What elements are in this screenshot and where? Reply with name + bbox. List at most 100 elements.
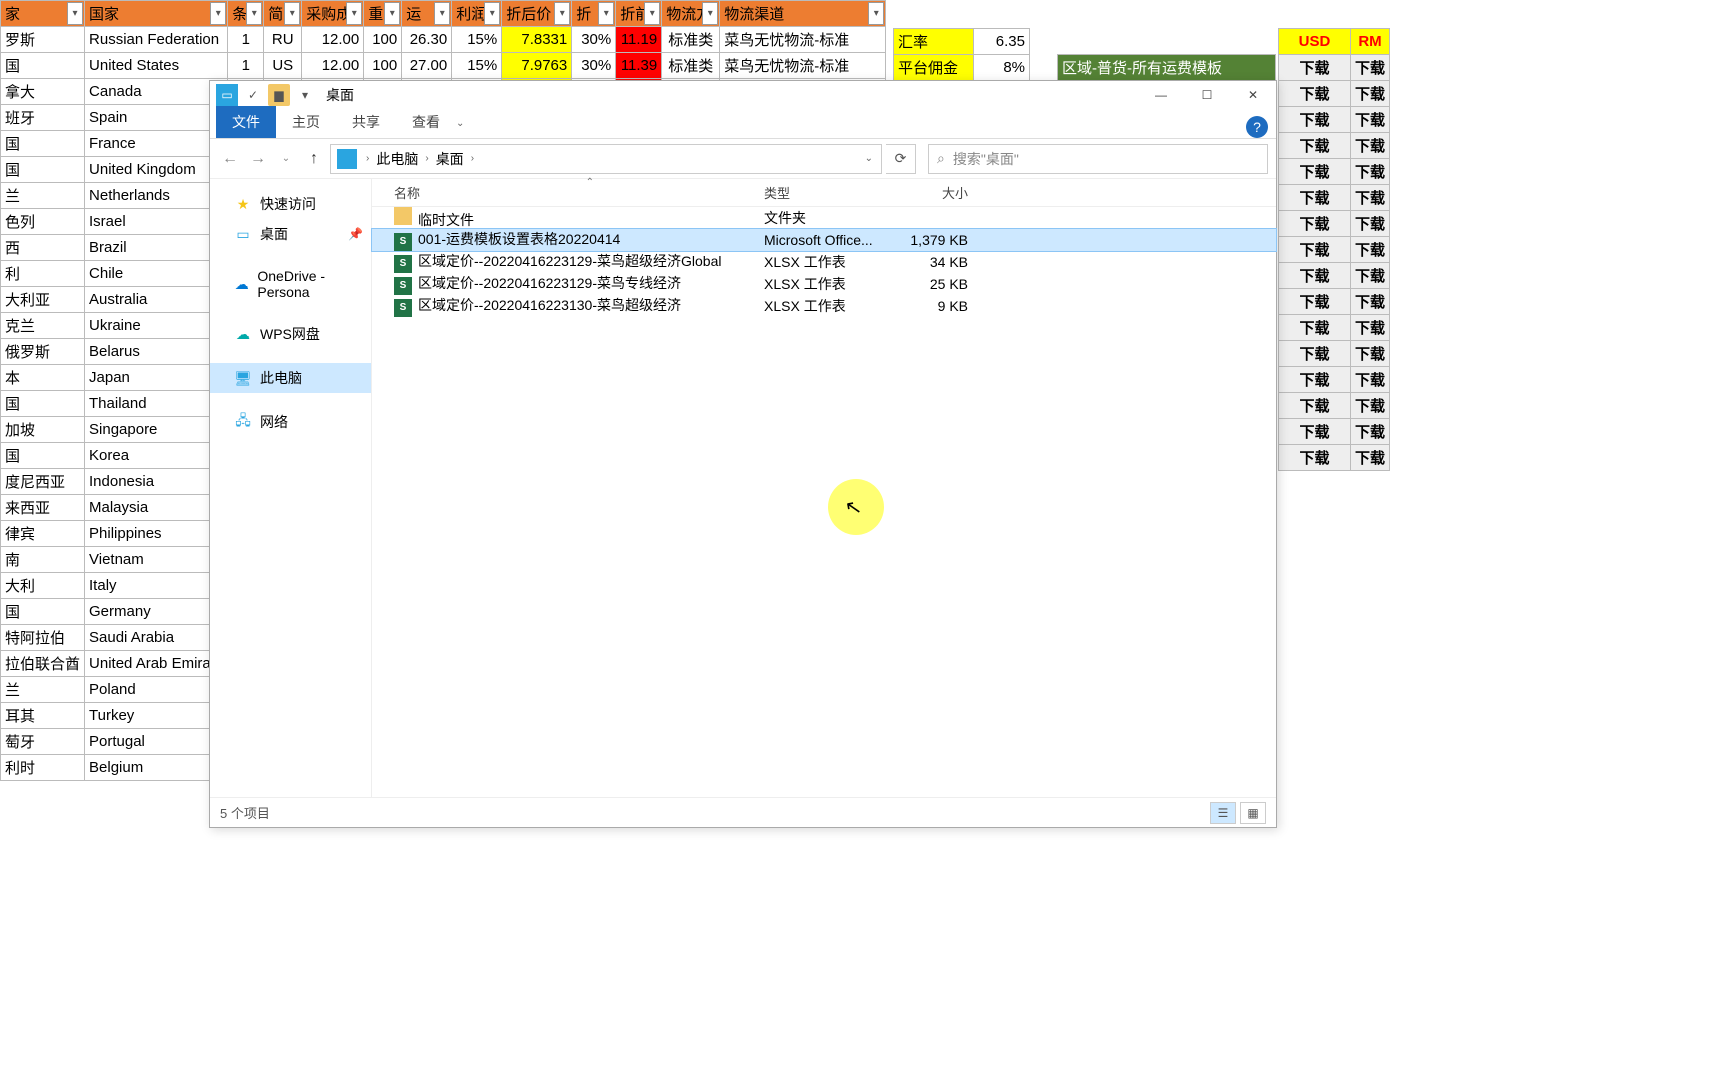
cell[interactable]: 菜鸟无忧物流-标准 bbox=[720, 53, 886, 79]
cell[interactable]: 罗斯 bbox=[1, 27, 85, 53]
nav-wps[interactable]: ☁WPS网盘 bbox=[210, 319, 371, 349]
cell[interactable]: 15% bbox=[452, 53, 502, 79]
cell[interactable]: United States bbox=[85, 53, 228, 79]
file-list[interactable]: 名称⌃ 类型 大小 临时文件文件夹S001-运费模板设置表格20220414Mi… bbox=[372, 179, 1276, 797]
cell[interactable]: Netherlands bbox=[85, 183, 228, 209]
crumb-pc[interactable]: 此电脑 bbox=[372, 149, 422, 169]
download-button[interactable]: 下载 bbox=[1351, 211, 1390, 237]
download-button[interactable]: 下载 bbox=[1279, 445, 1351, 471]
cell[interactable]: 班牙 bbox=[1, 105, 85, 131]
cell[interactable]: 耳其 bbox=[1, 703, 85, 729]
cell[interactable]: 11.19 bbox=[616, 27, 662, 53]
download-button[interactable]: 下载 bbox=[1351, 81, 1390, 107]
chevron-right-icon[interactable]: › bbox=[468, 153, 477, 164]
col-type[interactable]: 类型 bbox=[764, 183, 888, 202]
download-button[interactable]: 下载 bbox=[1279, 133, 1351, 159]
download-button[interactable]: 下载 bbox=[1351, 289, 1390, 315]
view-details-button[interactable]: ☰ bbox=[1210, 802, 1236, 824]
cell[interactable]: 拉伯联合酋 bbox=[1, 651, 85, 677]
file-row[interactable]: S001-运费模板设置表格20220414Microsoft Office...… bbox=[372, 229, 1276, 251]
col-header[interactable]: 运▾ bbox=[402, 1, 452, 27]
filter-icon[interactable]: ▾ bbox=[434, 2, 450, 25]
cell[interactable]: 国 bbox=[1, 443, 85, 469]
cell[interactable]: 7.9763 bbox=[502, 53, 572, 79]
cell[interactable]: 7.8331 bbox=[502, 27, 572, 53]
col-name[interactable]: 名称⌃ bbox=[394, 183, 764, 202]
download-button[interactable]: 下载 bbox=[1279, 341, 1351, 367]
pin-icon[interactable]: 📌 bbox=[348, 227, 363, 241]
cell[interactable]: Germany bbox=[85, 599, 228, 625]
cell[interactable]: 标准类 bbox=[662, 27, 720, 53]
view-large-icons-button[interactable]: ▦ bbox=[1240, 802, 1266, 824]
cell[interactable]: 国 bbox=[1, 131, 85, 157]
cell[interactable]: 1 bbox=[228, 53, 264, 79]
download-button[interactable]: 下载 bbox=[1279, 185, 1351, 211]
cell[interactable]: Thailand bbox=[85, 391, 228, 417]
col-header[interactable]: 物流方▾ bbox=[662, 1, 720, 27]
cell[interactable]: Korea bbox=[85, 443, 228, 469]
cell[interactable]: 菜鸟无忧物流-标准 bbox=[720, 27, 886, 53]
cell[interactable]: 100 bbox=[364, 27, 402, 53]
cell[interactable]: 100 bbox=[364, 53, 402, 79]
crumb-desktop[interactable]: 桌面 bbox=[432, 149, 468, 169]
col-header[interactable]: 采购成▾ bbox=[302, 1, 364, 27]
cell[interactable]: Malaysia bbox=[85, 495, 228, 521]
cell[interactable]: Singapore bbox=[85, 417, 228, 443]
cell[interactable]: Russian Federation bbox=[85, 27, 228, 53]
col-size[interactable]: 大小 bbox=[888, 183, 968, 202]
filter-icon[interactable]: ▾ bbox=[484, 2, 500, 25]
qat-folder-icon[interactable]: ▆ bbox=[268, 84, 290, 106]
commission-value[interactable]: 8% bbox=[974, 55, 1030, 81]
cell[interactable]: 标准类 bbox=[662, 53, 720, 79]
col-header[interactable]: 折后价▾ bbox=[502, 1, 572, 27]
cell[interactable]: Australia bbox=[85, 287, 228, 313]
cell[interactable]: 国 bbox=[1, 53, 85, 79]
cell[interactable]: 西 bbox=[1, 235, 85, 261]
cell[interactable]: 大利 bbox=[1, 573, 85, 599]
download-button[interactable]: 下载 bbox=[1279, 393, 1351, 419]
file-row[interactable]: S区域定价--20220416223129-菜鸟专线经济XLSX 工作表25 K… bbox=[372, 273, 1276, 295]
cell[interactable]: 特阿拉伯 bbox=[1, 625, 85, 651]
download-columns[interactable]: USDRM 下载下载下载下载下载下载下载下载下载下载下载下载下载下载下载下载下载… bbox=[1278, 28, 1390, 471]
address-dropdown-icon[interactable]: ⌄ bbox=[857, 153, 881, 164]
cell[interactable]: 加坡 bbox=[1, 417, 85, 443]
filter-icon[interactable]: ▾ bbox=[598, 2, 614, 25]
download-button[interactable]: 下载 bbox=[1279, 55, 1351, 81]
cell[interactable]: Belarus bbox=[85, 339, 228, 365]
file-row[interactable]: 临时文件文件夹 bbox=[372, 207, 1276, 229]
maximize-button[interactable]: ☐ bbox=[1184, 81, 1230, 109]
cell[interactable]: 1 bbox=[228, 27, 264, 53]
cell[interactable]: Japan bbox=[85, 365, 228, 391]
filter-icon[interactable]: ▾ bbox=[210, 2, 226, 25]
cell[interactable]: 本 bbox=[1, 365, 85, 391]
qat-props-icon[interactable]: ✓ bbox=[242, 84, 264, 106]
cell[interactable]: 萄牙 bbox=[1, 729, 85, 755]
cell[interactable]: Turkey bbox=[85, 703, 228, 729]
download-button[interactable]: 下载 bbox=[1351, 185, 1390, 211]
col-header[interactable]: 简▾ bbox=[264, 1, 302, 27]
download-button[interactable]: 下载 bbox=[1279, 367, 1351, 393]
download-button[interactable]: 下载 bbox=[1351, 107, 1390, 133]
titlebar[interactable]: ▭ ✓ ▆ ▾ 桌面 — ☐ ✕ bbox=[210, 81, 1276, 109]
cell[interactable]: 30% bbox=[572, 53, 616, 79]
download-button[interactable]: 下载 bbox=[1279, 289, 1351, 315]
recent-dropdown-icon[interactable]: ⌄ bbox=[274, 147, 298, 171]
rate-box[interactable]: 汇率6.35 平台佣金8% bbox=[893, 28, 1030, 81]
download-button[interactable]: 下载 bbox=[1351, 159, 1390, 185]
cell[interactable]: Canada bbox=[85, 79, 228, 105]
help-icon[interactable]: ? bbox=[1246, 116, 1268, 138]
cell[interactable]: 大利亚 bbox=[1, 287, 85, 313]
cell[interactable]: 兰 bbox=[1, 183, 85, 209]
up-button[interactable]: ↑ bbox=[302, 147, 326, 171]
cell[interactable]: 15% bbox=[452, 27, 502, 53]
cell[interactable]: Vietnam bbox=[85, 547, 228, 573]
forward-button[interactable]: → bbox=[246, 147, 270, 171]
cell[interactable]: Poland bbox=[85, 677, 228, 703]
col-header[interactable]: 折▾ bbox=[572, 1, 616, 27]
cell[interactable]: Indonesia bbox=[85, 469, 228, 495]
address-bar[interactable]: › 此电脑 › 桌面 › ⌄ bbox=[330, 144, 882, 174]
tab-file[interactable]: 文件 bbox=[216, 106, 276, 138]
cell[interactable]: Israel bbox=[85, 209, 228, 235]
cell[interactable]: Ukraine bbox=[85, 313, 228, 339]
cell[interactable]: 度尼西亚 bbox=[1, 469, 85, 495]
